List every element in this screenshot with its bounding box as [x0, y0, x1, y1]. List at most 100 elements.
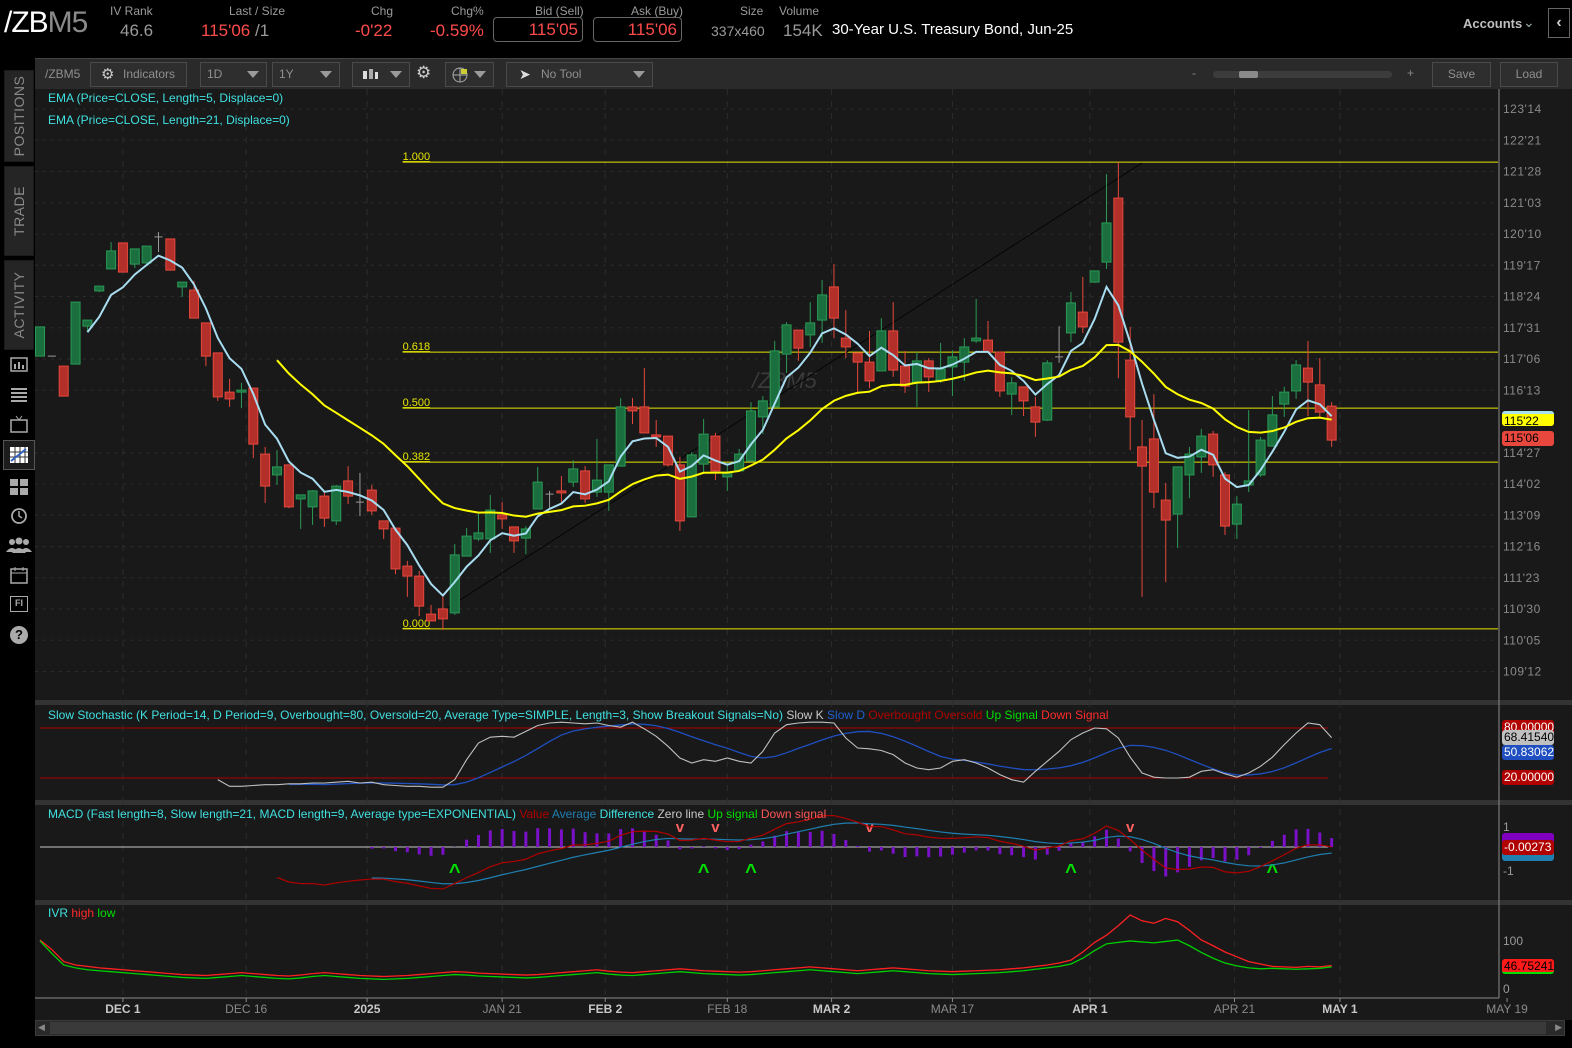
price-tick-label: 109'12 — [1503, 665, 1542, 679]
candle-body — [177, 281, 188, 288]
time-tick-label: DEC 16 — [225, 1002, 267, 1016]
candle-body — [556, 490, 567, 494]
candle-body — [1302, 367, 1313, 383]
macd-histogram-bar — [1235, 847, 1239, 860]
ivr-legend: high low — [68, 906, 115, 920]
candle-body — [1089, 270, 1100, 283]
macd-study-title[interactable]: MACD (Fast length=8, Slow length=21, MAC… — [48, 807, 516, 821]
candle — [165, 238, 176, 271]
candle-body — [1231, 503, 1242, 525]
stoch-study-header: Slow Stochastic (K Period=14, D Period=9… — [48, 708, 1109, 722]
price-tick-label: 111'23 — [1503, 571, 1540, 585]
macd-down-signal-icon: v — [1126, 819, 1135, 836]
candle-body — [710, 435, 721, 472]
ema21-study-label[interactable]: EMA (Price=CLOSE, Length=21, Displace=0) — [48, 113, 290, 127]
legend-item: Zero line — [654, 807, 705, 821]
macd-histogram-bar — [1022, 847, 1026, 858]
macd-histogram-bar — [1176, 847, 1180, 873]
macd-histogram-bar — [903, 847, 907, 858]
macd-legend: Value Average Difference Zero line Up si… — [516, 807, 826, 821]
fib-level-label: 0.382 — [403, 451, 431, 463]
macd-histogram-bar — [1294, 829, 1298, 847]
price-tick-label: 121'03 — [1503, 196, 1542, 210]
scroll-left-icon[interactable]: ◀ — [38, 1022, 45, 1033]
macd-histogram-bar — [441, 847, 445, 855]
candle-body — [1148, 438, 1159, 493]
macd-histogram-bar — [939, 847, 943, 857]
candle-body — [746, 410, 756, 462]
macd-histogram-bar — [465, 839, 469, 847]
ivr-study-title[interactable]: IVR — [48, 906, 68, 920]
candle-body — [793, 329, 804, 349]
chart-horizontal-scrollbar[interactable]: ◀ ▶ — [35, 1020, 1565, 1036]
stoch-study-title[interactable]: Slow Stochastic (K Period=14, D Period=9… — [48, 708, 783, 722]
legend-item: high — [68, 906, 95, 920]
candle-body — [141, 245, 152, 264]
macd-value-badge: -0.00273 — [1502, 840, 1554, 855]
candle-body — [532, 481, 543, 510]
candle-body — [200, 322, 211, 357]
candle-body — [509, 526, 519, 542]
time-tick-label: FEB 2 — [588, 1002, 622, 1016]
macd-histogram-bar — [962, 847, 966, 853]
macd-down-signal-icon: v — [676, 819, 685, 836]
macd-histogram-bar — [1330, 838, 1334, 847]
macd-histogram-bar — [856, 845, 860, 847]
price-tick-label: 121'28 — [1503, 165, 1542, 179]
macd-axis-label: -1 — [1503, 864, 1514, 878]
macd-histogram-bar — [500, 829, 504, 847]
candle — [94, 285, 105, 293]
candle-body — [1042, 362, 1053, 421]
price-tick-label: 122'21 — [1503, 133, 1542, 147]
candle-body — [568, 468, 579, 483]
candle-body — [1018, 386, 1029, 402]
candle-body — [757, 400, 768, 418]
time-tick-label: APR 21 — [1214, 1002, 1256, 1016]
macd-histogram-bar — [1010, 847, 1014, 856]
ivr-axis-label: 100 — [1503, 934, 1523, 948]
macd-histogram-bar — [1105, 829, 1108, 847]
candle-body — [840, 337, 851, 348]
macd-study-header: MACD (Fast length=8, Slow length=21, MAC… — [48, 807, 826, 821]
candle-body — [272, 466, 282, 476]
candle-body — [603, 464, 614, 493]
macd-histogram-bar — [1093, 836, 1097, 847]
macd-histogram-bar — [808, 831, 812, 847]
candle-body — [1006, 382, 1017, 395]
candle — [580, 466, 591, 503]
macd-histogram-bar — [998, 847, 1002, 855]
macd-histogram-bar — [1259, 847, 1263, 848]
ema5-study-label[interactable]: EMA (Price=CLOSE, Length=5, Displace=0) — [48, 91, 283, 105]
scrollbar-thumb[interactable] — [50, 1022, 1546, 1034]
candle-body — [94, 285, 105, 292]
panel-divider — [35, 900, 1572, 905]
macd-histogram-bar — [654, 834, 658, 847]
candle-body — [319, 495, 330, 519]
macd-histogram-bar — [524, 831, 528, 847]
price-tick-label: 123'14 — [1503, 102, 1542, 116]
macd-histogram-bar — [796, 832, 800, 847]
scroll-right-icon[interactable]: ▶ — [1555, 1022, 1562, 1033]
panel-divider — [35, 800, 1572, 805]
time-tick-label: MAR 2 — [813, 1002, 851, 1016]
macd-histogram-bar — [571, 828, 575, 847]
candle-body — [1113, 197, 1124, 343]
candle — [212, 352, 223, 401]
macd-up-signal-icon: ^ — [449, 861, 461, 883]
candle-body — [212, 352, 223, 398]
macd-histogram-bar — [927, 847, 931, 858]
candle-body — [805, 322, 816, 336]
candle — [1042, 360, 1053, 421]
candle-body — [497, 514, 508, 520]
macd-down-signal-icon: v — [711, 819, 720, 836]
macd-histogram-bar — [702, 846, 706, 847]
macd-histogram-bar — [429, 847, 433, 856]
price-tick-label: 114'27 — [1503, 446, 1541, 460]
candle-body — [189, 289, 200, 319]
candle-body — [82, 319, 93, 327]
candle-body — [35, 326, 45, 357]
legend-item: Slow K — [783, 708, 824, 722]
candle-body — [828, 286, 839, 319]
macd-axis-label: 1 — [1503, 820, 1510, 834]
chart-canvas[interactable]: /ZBM5 1.0000.6180.5000.3820.000 123'1412… — [0, 0, 1572, 1048]
